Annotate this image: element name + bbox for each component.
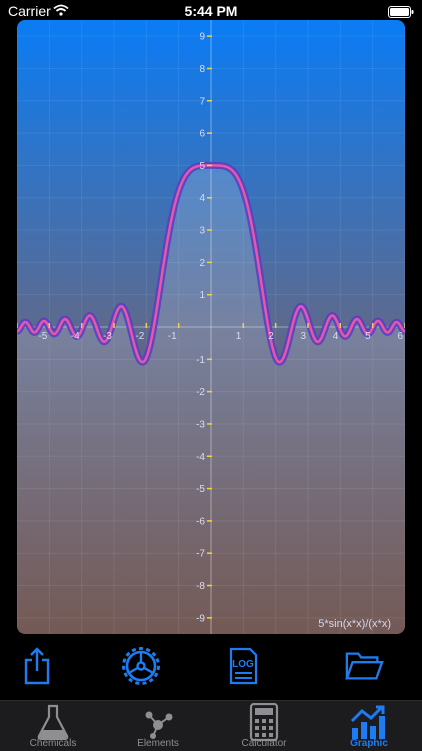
- settings-button[interactable]: [121, 644, 161, 688]
- x-tick-label: 4: [333, 331, 339, 342]
- tab-label: Calculator: [241, 738, 287, 749]
- share-icon: [24, 647, 50, 685]
- x-tick-label: -3: [103, 331, 112, 342]
- formula-label: 5*sin(x*x)/(x*x): [318, 618, 391, 630]
- y-tick-label: 8: [199, 64, 205, 75]
- y-tick-label: 9: [199, 32, 205, 43]
- y-tick-label: 4: [199, 193, 205, 204]
- clock: 5:44 PM: [184, 3, 238, 19]
- y-tick-label: 7: [199, 96, 205, 107]
- share-button[interactable]: [17, 644, 57, 688]
- x-tick-label: -5: [38, 331, 47, 342]
- x-tick-label: -2: [135, 331, 144, 342]
- calculator-icon: [244, 703, 284, 741]
- tab-chemicals[interactable]: Chemicals: [3, 701, 103, 751]
- y-tick-label: 1: [199, 290, 205, 301]
- flask-icon: [33, 703, 73, 741]
- tab-graphic[interactable]: Graphic: [319, 701, 419, 751]
- tab-calculator[interactable]: Calculator: [214, 701, 314, 751]
- y-tick-label: -7: [196, 549, 205, 560]
- y-tick-label: -1: [196, 355, 205, 366]
- log-icon: LOG: [229, 647, 258, 685]
- x-tick-label: 5: [365, 331, 371, 342]
- y-tick-label: -2: [196, 387, 205, 398]
- y-tick-label: -5: [196, 484, 205, 495]
- graph-canvas[interactable]: -6-5-4-3-2-1123456987654321-1-2-3-4-5-6-…: [17, 20, 405, 634]
- tab-label: Graphic: [350, 738, 388, 749]
- x-tick-label: 3: [300, 331, 306, 342]
- open-file-button[interactable]: [344, 644, 384, 688]
- folder-icon: [345, 652, 384, 680]
- x-tick-label: -4: [71, 331, 80, 342]
- x-tick-label: 6: [397, 331, 403, 342]
- x-tick-label: -1: [168, 331, 177, 342]
- x-tick-label: 2: [268, 331, 274, 342]
- svg-text:LOG: LOG: [232, 659, 254, 670]
- y-tick-label: -8: [196, 581, 205, 592]
- tab-elements[interactable]: Elements: [108, 701, 208, 751]
- status-bar: Carrier 5:44 PM: [0, 0, 422, 22]
- graph-toolbar: LOG: [0, 640, 422, 692]
- tab-label: Chemicals: [29, 738, 77, 749]
- gear-icon: [122, 647, 160, 685]
- y-tick-label: -9: [196, 613, 205, 624]
- tab-bar: Chemicals Elements Calculator Graphic: [0, 700, 422, 751]
- y-tick-label: -6: [196, 516, 205, 527]
- y-tick-label: 3: [199, 226, 205, 237]
- chart-icon: [349, 703, 389, 741]
- log-button[interactable]: LOG: [223, 644, 263, 688]
- tab-label: Elements: [137, 738, 179, 749]
- function-plot[interactable]: -6-5-4-3-2-1123456987654321-1-2-3-4-5-6-…: [17, 20, 405, 634]
- y-tick-label: 5: [199, 161, 205, 172]
- molecule-icon: [138, 703, 178, 741]
- y-tick-label: -4: [196, 452, 205, 463]
- x-tick-label: 1: [236, 331, 242, 342]
- y-tick-label: 6: [199, 129, 205, 140]
- y-tick-label: 2: [199, 258, 205, 269]
- y-tick-label: -3: [196, 419, 205, 430]
